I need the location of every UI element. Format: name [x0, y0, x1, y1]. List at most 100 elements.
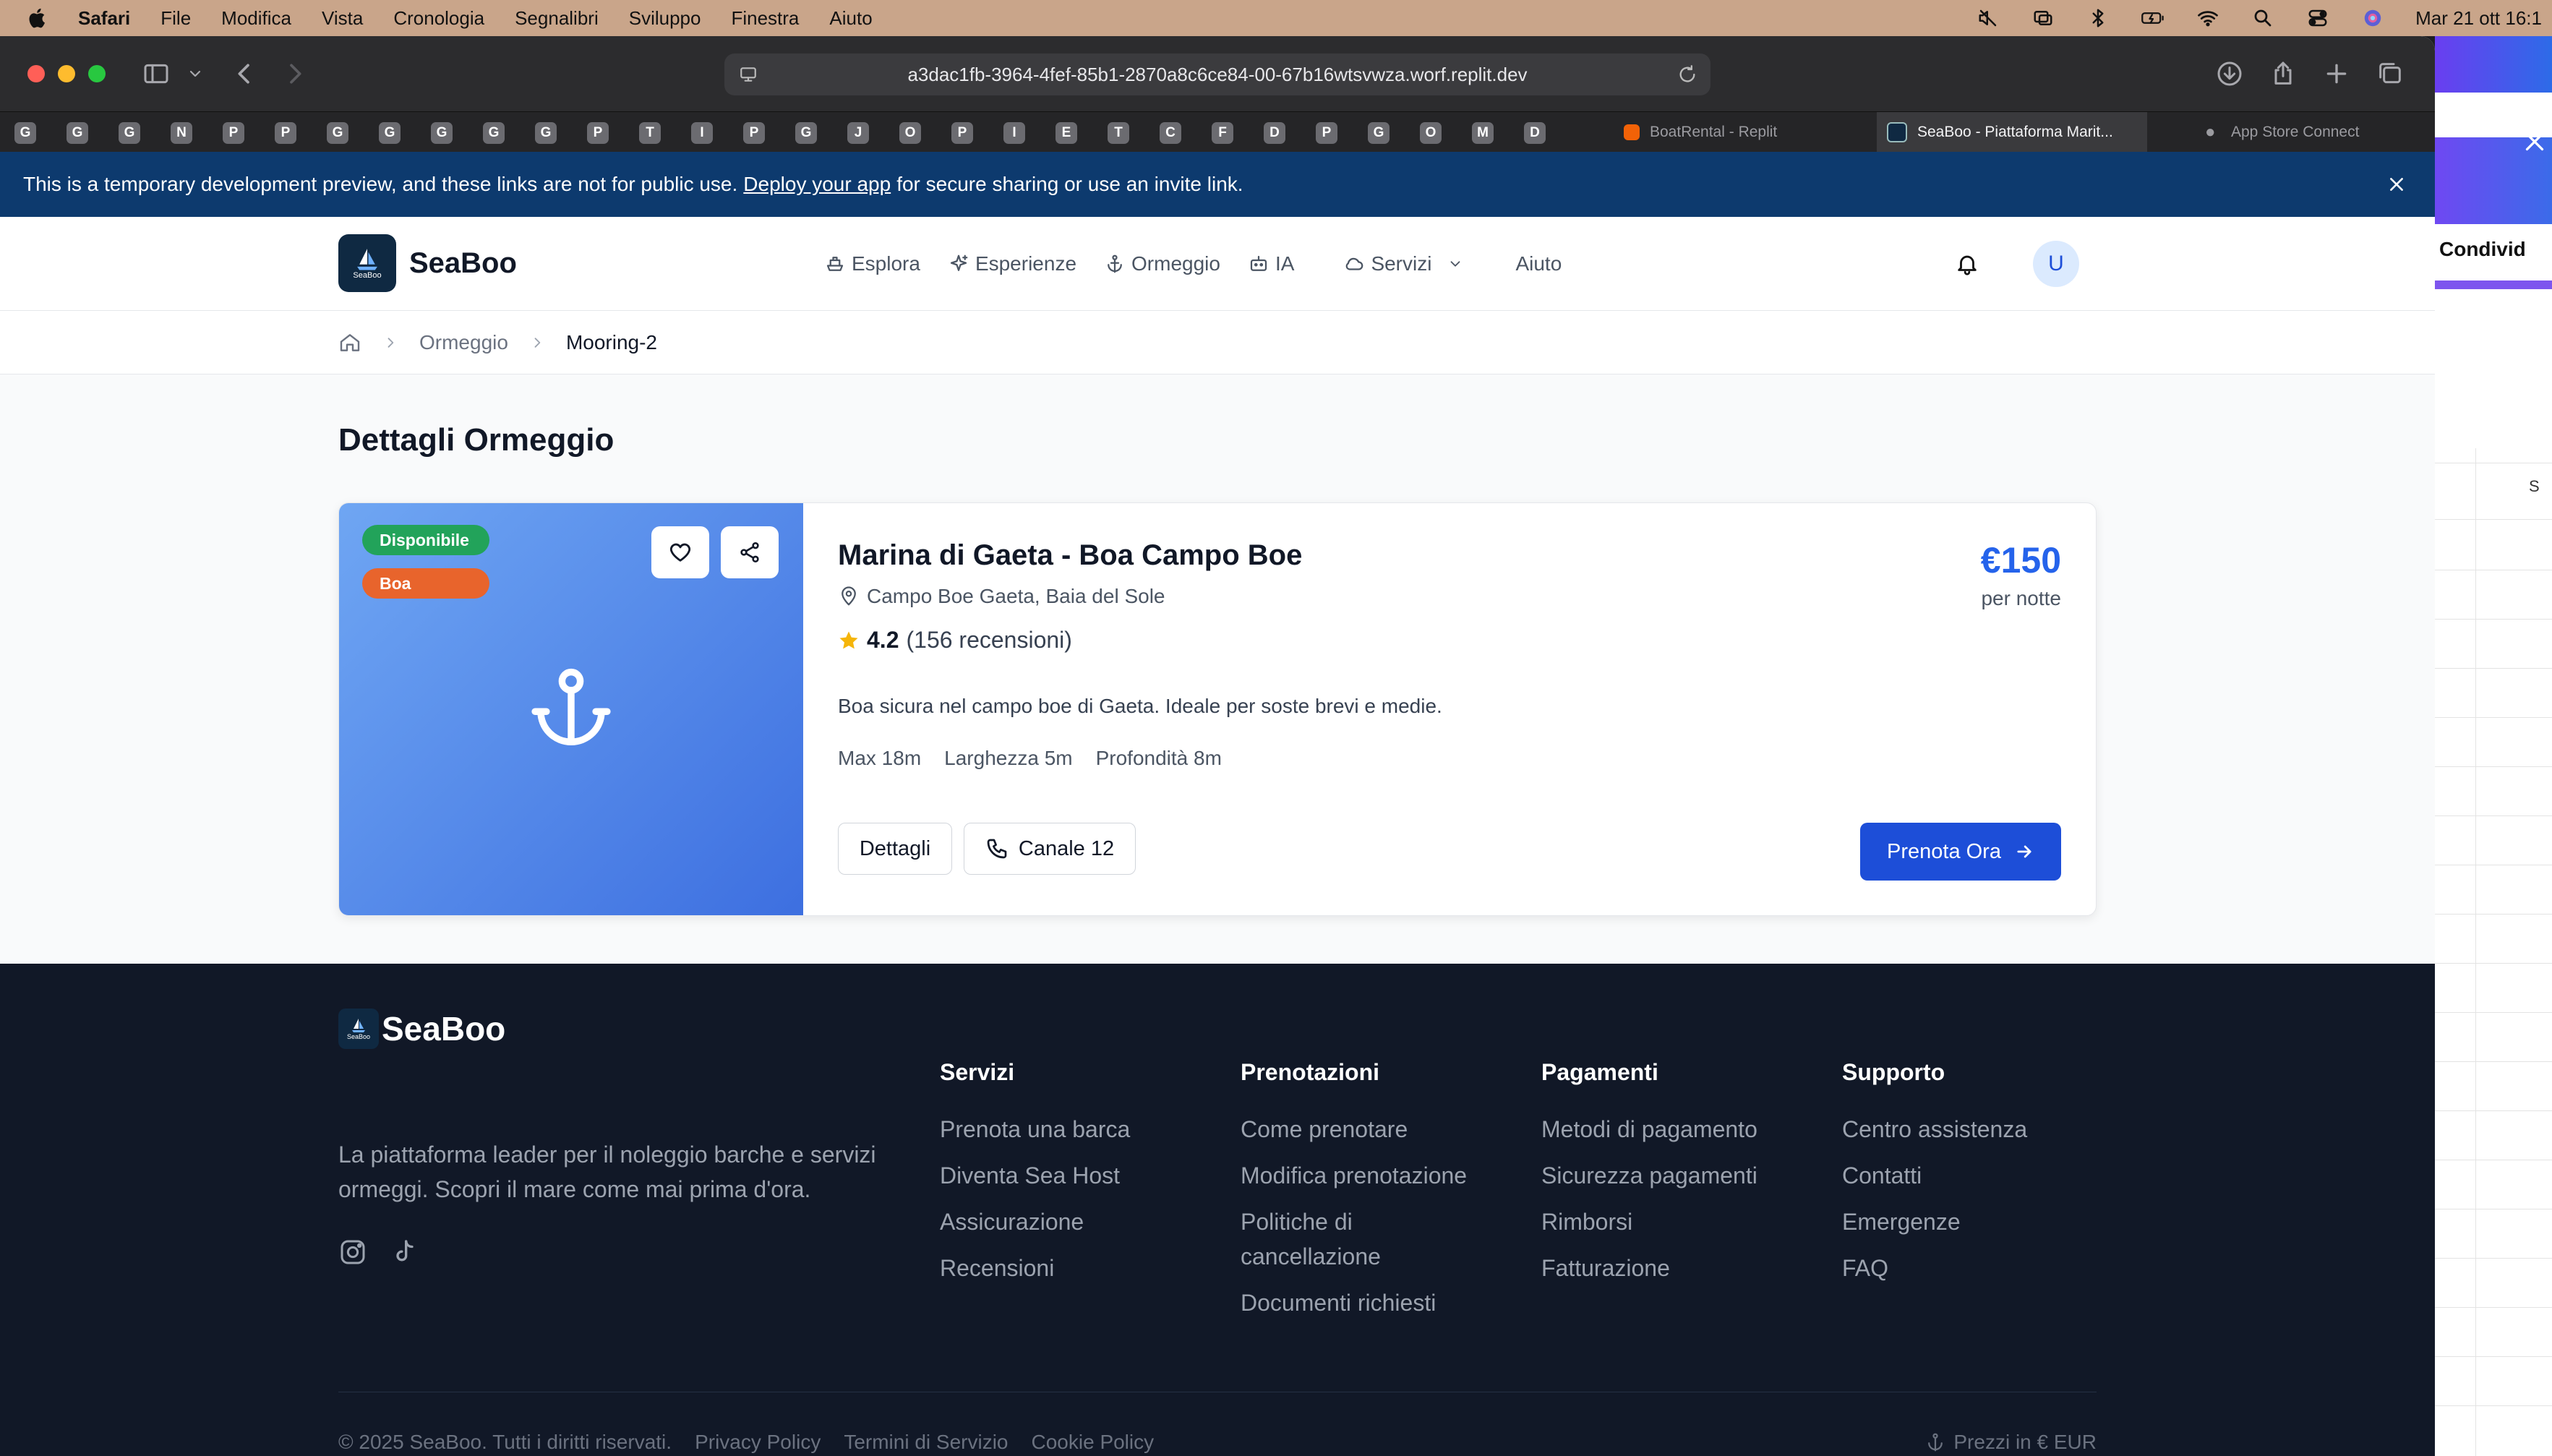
url-text[interactable]: a3dac1fb-3964-4fef-85b1-2870a8c6ce84-00-… — [907, 64, 1527, 86]
battery-icon[interactable] — [2141, 7, 2165, 29]
footer-link[interactable]: Modifica prenotazione — [1241, 1158, 1501, 1193]
siri-icon[interactable] — [2360, 7, 2385, 29]
pinned-tab[interactable]: T — [639, 122, 661, 144]
pinned-tab[interactable]: I — [1003, 122, 1025, 144]
control-center-icon[interactable] — [2305, 7, 2330, 29]
minimize-window-button[interactable] — [58, 65, 75, 82]
breadcrumb-ormeggio[interactable]: Ormeggio — [419, 331, 508, 354]
pinned-tab[interactable]: E — [1056, 122, 1077, 144]
pinned-tab[interactable]: G — [431, 122, 453, 144]
pinned-tab[interactable]: C — [1160, 122, 1181, 144]
menubar-clock[interactable]: Mar 21 ott 16:1 — [2415, 7, 2542, 30]
new-tab-icon[interactable] — [2322, 59, 2351, 88]
downloads-icon[interactable] — [2215, 59, 2244, 88]
background-window[interactable]: Condivid S — [2435, 36, 2552, 1456]
pinned-tab[interactable]: N — [171, 122, 192, 144]
close-icon[interactable] — [2387, 175, 2406, 194]
menu-segnalibri[interactable]: Segnalibri — [515, 7, 599, 30]
tab-seaboo[interactable]: SeaBoo - Piattaforma Marit... — [1877, 112, 2147, 153]
footer-link[interactable]: Recensioni — [940, 1251, 1229, 1285]
pinned-tab[interactable]: P — [275, 122, 296, 144]
nav-aiuto[interactable]: Aiuto — [1515, 252, 1562, 275]
tab-boatrental-replit[interactable]: BoatRental - Replit — [1617, 112, 1874, 153]
site-settings-icon[interactable] — [739, 65, 758, 84]
footer-link[interactable]: Contatti — [1842, 1158, 2095, 1193]
pinned-tab[interactable]: D — [1524, 122, 1546, 144]
chevron-down-icon[interactable] — [187, 65, 204, 82]
cookie-policy-link[interactable]: Cookie Policy — [1032, 1431, 1155, 1454]
zoom-window-button[interactable] — [88, 65, 106, 82]
screen-mirror-icon[interactable] — [2031, 7, 2055, 29]
bell-icon[interactable] — [1955, 252, 1979, 276]
book-now-button[interactable]: Prenota Ora — [1860, 823, 2061, 881]
footer-link[interactable]: Sicurezza pagamenti — [1541, 1158, 1830, 1193]
menu-vista[interactable]: Vista — [322, 7, 363, 30]
menu-app-name[interactable]: Safari — [78, 7, 130, 30]
footer-logo[interactable]: SeaBoo SeaBoo — [338, 1009, 505, 1049]
seaboo-logo[interactable]: SeaBoo SeaBoo — [338, 234, 517, 292]
pinned-tab[interactable]: P — [587, 122, 609, 144]
terms-link[interactable]: Termini di Servizio — [844, 1431, 1008, 1454]
menu-modifica[interactable]: Modifica — [221, 7, 291, 30]
pinned-tab[interactable]: G — [379, 122, 401, 144]
footer-link[interactable]: Diventa Sea Host — [940, 1158, 1229, 1193]
pinned-tab[interactable]: G — [535, 122, 557, 144]
nav-esplora[interactable]: Esplora — [824, 252, 920, 275]
footer-link[interactable]: Come prenotare — [1241, 1112, 1501, 1147]
nav-esperienze[interactable]: Esperienze — [948, 252, 1076, 275]
pinned-tab[interactable]: P — [743, 122, 765, 144]
pinned-tab[interactable]: M — [1472, 122, 1494, 144]
review-count[interactable]: (156 recensioni) — [906, 627, 1071, 654]
footer-link[interactable]: Assicurazione — [940, 1204, 1229, 1239]
menu-sviluppo[interactable]: Sviluppo — [629, 7, 701, 30]
nav-ia[interactable]: IA — [1248, 252, 1294, 275]
bluetooth-icon[interactable] — [2086, 7, 2110, 29]
footer-link[interactable]: Centro assistenza — [1842, 1112, 2095, 1147]
avatar[interactable]: U — [2033, 241, 2079, 287]
wifi-icon[interactable] — [2196, 7, 2220, 29]
menu-finestra[interactable]: Finestra — [731, 7, 799, 30]
share-icon[interactable] — [2269, 59, 2298, 88]
tiktok-icon[interactable] — [390, 1238, 419, 1267]
tab-app-store-connect[interactable]: ● App Store Connect — [2205, 112, 2422, 153]
footer-link[interactable]: Fatturazione — [1541, 1251, 1830, 1285]
home-icon[interactable] — [338, 331, 361, 354]
bg-share-button[interactable]: Condivid — [2435, 224, 2552, 275]
nav-ormeggio[interactable]: Ormeggio — [1104, 252, 1220, 275]
pinned-tab[interactable]: D — [1264, 122, 1285, 144]
pinned-tab[interactable]: O — [899, 122, 921, 144]
pinned-tab[interactable]: P — [1316, 122, 1337, 144]
menu-cronologia[interactable]: Cronologia — [393, 7, 484, 30]
pinned-tab[interactable]: O — [1420, 122, 1442, 144]
footer-link[interactable]: Metodi di pagamento — [1541, 1112, 1830, 1147]
reload-icon[interactable] — [1677, 64, 1697, 85]
forward-icon[interactable] — [281, 59, 309, 88]
share-button[interactable] — [721, 526, 779, 578]
details-button[interactable]: Dettagli — [838, 823, 952, 875]
pinned-tab[interactable]: G — [119, 122, 140, 144]
pinned-tab[interactable]: I — [691, 122, 713, 144]
currency-indicator[interactable]: Prezzi in € EUR — [1924, 1431, 2097, 1454]
footer-link[interactable]: Documenti richiesti — [1241, 1285, 1501, 1320]
mute-icon[interactable] — [1976, 7, 2000, 29]
pinned-tab[interactable]: T — [1108, 122, 1129, 144]
nav-servizi-dropdown[interactable]: Servizi — [1343, 252, 1463, 275]
deploy-app-link[interactable]: Deploy your app — [743, 173, 891, 196]
menu-aiuto[interactable]: Aiuto — [829, 7, 872, 30]
back-icon[interactable] — [230, 59, 259, 88]
instagram-icon[interactable] — [338, 1238, 367, 1267]
pinned-tab[interactable]: P — [223, 122, 244, 144]
footer-link[interactable]: FAQ — [1842, 1251, 2095, 1285]
spotlight-search-icon[interactable] — [2251, 7, 2275, 29]
pinned-tab[interactable]: J — [847, 122, 869, 144]
radio-channel-button[interactable]: Canale 12 — [964, 823, 1136, 875]
footer-link[interactable]: Prenota una barca — [940, 1112, 1229, 1147]
pinned-tab[interactable]: F — [1212, 122, 1233, 144]
pinned-tab[interactable]: G — [14, 122, 36, 144]
footer-link[interactable]: Emergenze — [1842, 1204, 2095, 1239]
apple-icon[interactable] — [27, 6, 49, 30]
close-window-button[interactable] — [27, 65, 45, 82]
pinned-tab[interactable]: P — [951, 122, 973, 144]
footer-link[interactable]: Rimborsi — [1541, 1204, 1830, 1239]
sidebar-toggle-icon[interactable] — [142, 59, 171, 88]
